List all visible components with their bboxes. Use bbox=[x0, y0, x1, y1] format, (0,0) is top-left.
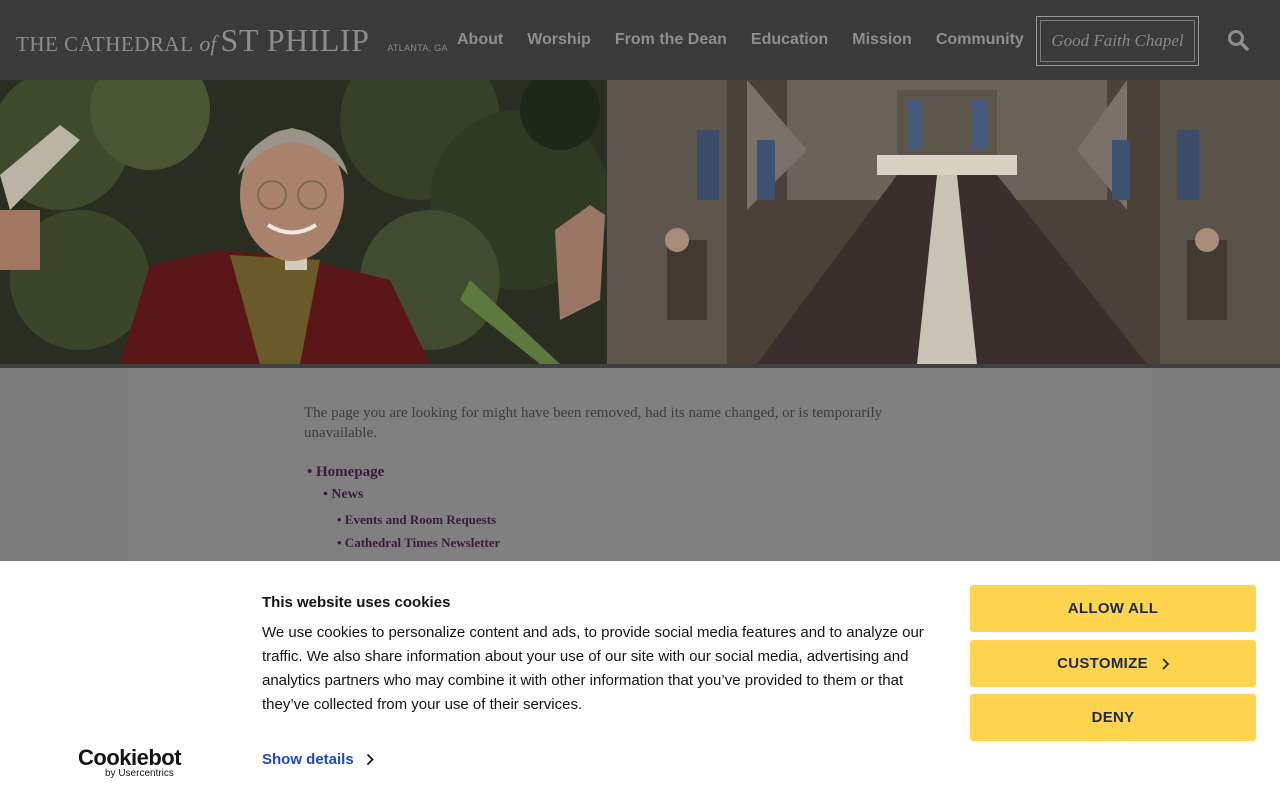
cookie-banner-title: This website uses cookies bbox=[262, 594, 451, 611]
nav-item-from-the-dean[interactable]: From the Dean bbox=[603, 31, 739, 49]
logo-main-text: THE CATHEDRAL bbox=[16, 32, 194, 56]
link-homepage[interactable]: • Homepage bbox=[307, 464, 384, 481]
cookiebot-logo-subtext: by Usercentrics bbox=[105, 768, 174, 779]
cookie-banner: Cookiebot by Usercentrics This website u… bbox=[0, 561, 1280, 800]
priest-photo bbox=[0, 80, 607, 364]
link-news[interactable]: • News bbox=[323, 487, 363, 503]
cookiebot-logo: Cookiebot by Usercentrics bbox=[78, 745, 182, 779]
logo-of-text: of bbox=[199, 31, 217, 56]
cathedral-nave-illustration bbox=[607, 80, 1280, 364]
chevron-right-icon bbox=[366, 753, 374, 766]
not-found-message: The page you are looking for might have … bbox=[304, 405, 883, 441]
customize-label: CUSTOMIZE bbox=[1057, 655, 1148, 672]
deny-button[interactable]: DENY bbox=[970, 694, 1256, 741]
nav-item-about[interactable]: About bbox=[445, 31, 515, 49]
allow-all-label: ALLOW ALL bbox=[1067, 600, 1159, 617]
link-cathedral-times-newsletter[interactable]: • Cathedral Times Newsletter bbox=[337, 535, 500, 551]
good-faith-chapel-button[interactable]: Good Faith Chapel bbox=[1036, 16, 1199, 66]
deny-label: DENY bbox=[1091, 709, 1135, 726]
nav-item-worship[interactable]: Worship bbox=[515, 31, 603, 49]
chevron-right-icon bbox=[1162, 657, 1169, 670]
logo-location-text: ATLANTA, GA bbox=[387, 43, 448, 53]
site-header: THE CATHEDRAL of ST PHILIP ATLANTA, GA A… bbox=[0, 0, 1280, 80]
link-events-room-requests[interactable]: • Events and Room Requests bbox=[337, 512, 496, 528]
chapel-button-label: Good Faith Chapel bbox=[1051, 31, 1184, 50]
customize-button[interactable]: CUSTOMIZE bbox=[970, 640, 1256, 687]
nav-item-mission[interactable]: Mission bbox=[840, 31, 924, 49]
search-icon[interactable] bbox=[1226, 28, 1250, 52]
show-details-label: Show details bbox=[262, 751, 354, 768]
allow-all-button[interactable]: ALLOW ALL bbox=[970, 585, 1256, 632]
site-logo[interactable]: THE CATHEDRAL of ST PHILIP ATLANTA, GA bbox=[16, 22, 448, 59]
priest-photo-illustration bbox=[0, 80, 607, 364]
show-details-link[interactable]: Show details bbox=[262, 751, 374, 768]
cathedral-nave-photo bbox=[607, 80, 1280, 364]
nav-item-community[interactable]: Community bbox=[924, 31, 1036, 49]
nav-item-education[interactable]: Education bbox=[739, 31, 840, 49]
main-nav: About Worship From the Dean Education Mi… bbox=[445, 0, 1036, 80]
logo-name-text: ST PHILIP bbox=[220, 22, 370, 58]
cookie-banner-body: We use cookies to personalize content an… bbox=[262, 624, 924, 713]
hero-banner bbox=[0, 80, 1280, 364]
